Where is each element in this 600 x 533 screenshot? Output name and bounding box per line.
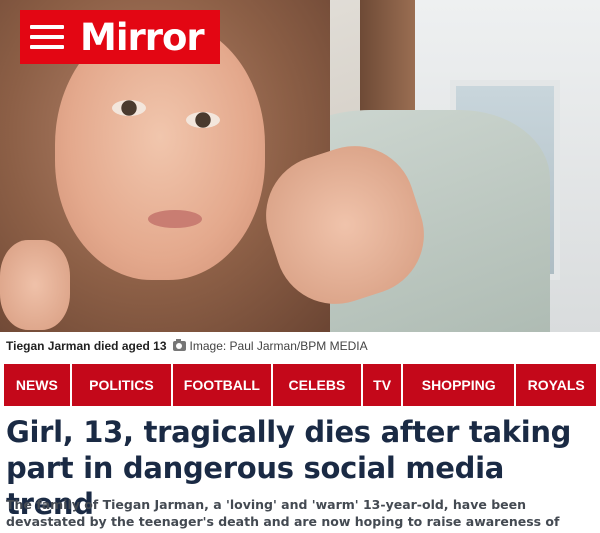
left-eye — [112, 100, 146, 116]
nav-item-football[interactable]: FOOTBALL — [173, 364, 271, 406]
caption-main: Tiegan Jarman died aged 13 — [6, 339, 167, 353]
article-standfirst: The family of Tiegan Jarman, a 'loving' … — [6, 497, 560, 533]
camera-icon — [172, 339, 186, 351]
nav-item-tv[interactable]: TV — [363, 364, 401, 406]
image-caption: Tiegan Jarman died aged 13 Image: Paul J… — [6, 337, 596, 355]
logo-text: Mirror — [80, 15, 205, 59]
nav-item-celebs[interactable]: CELEBS — [272, 364, 362, 406]
mirror-logo[interactable]: Mirror — [20, 10, 220, 64]
nav-item-royals[interactable]: ROYALS — [516, 364, 596, 406]
left-hand — [0, 240, 70, 330]
nav-item-shopping[interactable]: SHOPPING — [402, 364, 515, 406]
section-nav: NEWS POLITICS FOOTBALL CELEBS TV SHOPPIN… — [4, 364, 596, 406]
nav-item-news[interactable]: NEWS — [4, 364, 70, 406]
nav-item-politics[interactable]: POLITICS — [71, 364, 172, 406]
caption-credit: Image: Paul Jarman/BPM MEDIA — [189, 339, 368, 353]
hamburger-menu-icon[interactable] — [30, 25, 64, 49]
lips — [148, 210, 202, 228]
right-eye — [186, 112, 220, 128]
